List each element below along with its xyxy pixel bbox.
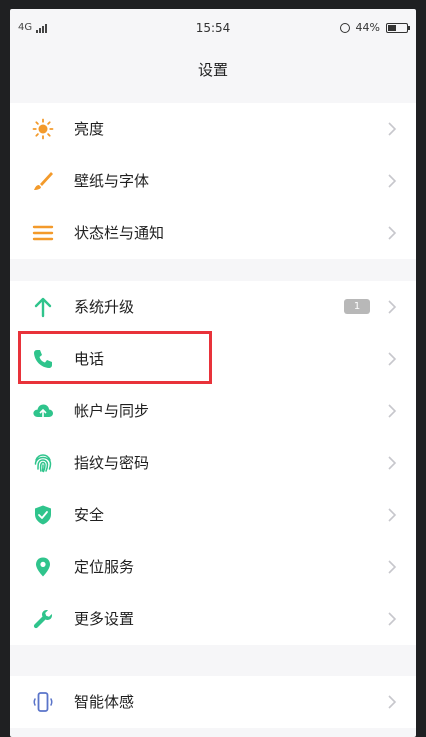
settings-item-statusbar-notification[interactable]: 状态栏与通知 xyxy=(10,207,416,259)
settings-item-label: 安全 xyxy=(74,506,105,524)
menu-list-icon xyxy=(32,222,54,244)
brightness-icon xyxy=(32,118,54,140)
settings-item-fingerprint-password[interactable]: 指纹与密码 xyxy=(10,437,416,489)
settings-item-label: 定位服务 xyxy=(74,558,135,576)
phone-motion-icon xyxy=(32,691,54,713)
settings-item-system-update[interactable]: 系统升级 1 xyxy=(10,281,416,333)
chevron-right-icon xyxy=(384,173,400,189)
cloud-sync-icon xyxy=(32,400,54,422)
settings-item-label: 状态栏与通知 xyxy=(74,224,165,242)
chevron-right-icon xyxy=(384,351,400,367)
chevron-right-icon xyxy=(384,611,400,627)
brush-icon xyxy=(32,170,54,192)
battery-icon xyxy=(386,22,410,33)
chevron-right-icon xyxy=(384,694,400,710)
settings-item-label: 亮度 xyxy=(74,120,105,138)
alarm-icon xyxy=(339,22,350,33)
chevron-right-icon xyxy=(384,455,400,471)
settings-item-wallpaper-font[interactable]: 壁纸与字体 xyxy=(10,155,416,207)
arrow-up-icon xyxy=(32,296,54,318)
settings-item-label: 指纹与密码 xyxy=(74,454,150,472)
fingerprint-icon xyxy=(32,452,54,474)
page-title: 设置 xyxy=(197,61,228,79)
settings-item-security[interactable]: 安全 xyxy=(10,489,416,541)
battery-percent: 44% xyxy=(355,21,380,34)
chevron-right-icon xyxy=(384,225,400,241)
settings-item-label: 帐户与同步 xyxy=(74,402,150,420)
chevron-right-icon xyxy=(384,403,400,419)
settings-item-label: 壁纸与字体 xyxy=(74,172,150,190)
settings-item-label: 系统升级 xyxy=(74,298,135,316)
location-pin-icon xyxy=(32,556,54,578)
update-count-badge: 1 xyxy=(344,299,370,314)
highlight-box xyxy=(18,331,212,384)
settings-item-label: 智能体感 xyxy=(74,693,135,711)
settings-group-smart: 智能体感 xyxy=(10,676,416,728)
settings-item-brightness[interactable]: 亮度 xyxy=(10,103,416,155)
settings-item-location-service[interactable]: 定位服务 xyxy=(10,541,416,593)
chevron-right-icon xyxy=(384,299,400,315)
chevron-right-icon xyxy=(384,121,400,137)
shield-icon xyxy=(32,504,54,526)
settings-item-smart-motion[interactable]: 智能体感 xyxy=(10,676,416,728)
status-bar: 4G 15:54 44% xyxy=(10,9,416,45)
settings-item-label: 更多设置 xyxy=(74,610,135,628)
phone-screen: 4G 15:54 44% 设置 亮度 壁纸与字体 状态栏与通知 系统升级 1 电… xyxy=(10,9,416,737)
status-right: 44% xyxy=(339,21,410,34)
settings-item-more-settings[interactable]: 更多设置 xyxy=(10,593,416,645)
wrench-icon xyxy=(32,608,54,630)
settings-group-display: 亮度 壁纸与字体 状态栏与通知 xyxy=(10,103,416,259)
settings-item-account-sync[interactable]: 帐户与同步 xyxy=(10,385,416,437)
chevron-right-icon xyxy=(384,559,400,575)
chevron-right-icon xyxy=(384,507,400,523)
